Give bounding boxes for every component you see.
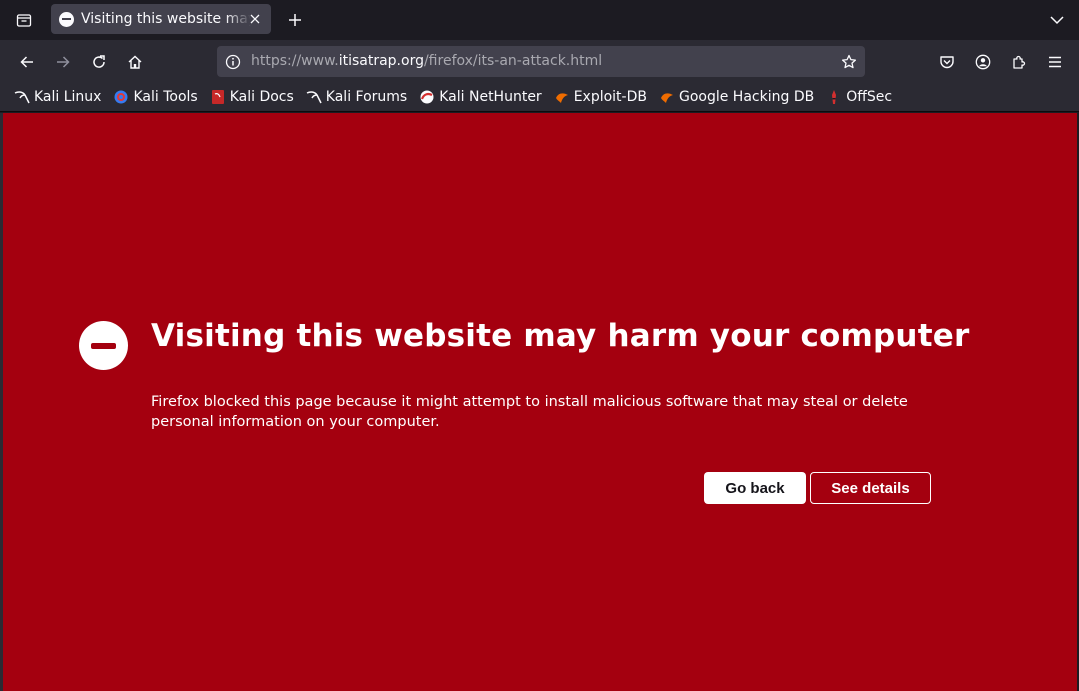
bookmarks-toolbar: Kali Linux Kali Tools Kali Docs Kali For…	[0, 82, 1079, 112]
see-details-button[interactable]: See details	[810, 472, 931, 504]
kali-dragon-icon	[14, 89, 30, 105]
bookmark-kali-nethunter[interactable]: Kali NetHunter	[419, 84, 542, 110]
kali-docs-icon	[210, 89, 226, 105]
bookmark-label: Kali Tools	[133, 88, 198, 105]
bookmark-exploit-db[interactable]: Exploit-DB	[554, 84, 647, 110]
home-button[interactable]	[121, 48, 149, 76]
account-icon[interactable]	[969, 48, 997, 76]
arrow-right-icon	[57, 56, 70, 68]
bookmark-kali-tools[interactable]: Kali Tools	[113, 84, 198, 110]
page-title: Visiting this website may harm your comp…	[151, 318, 970, 354]
offsec-icon	[826, 89, 842, 105]
extensions-icon[interactable]	[1005, 48, 1033, 76]
bookmark-label: Google Hacking DB	[678, 88, 815, 105]
tab-active[interactable]: Visiting this website may harm your comp…	[51, 4, 271, 34]
back-button[interactable]	[13, 48, 41, 76]
url-domain: itisatrap.org	[338, 53, 424, 69]
url-bar[interactable]: https://www.itisatrap.org/firefox/its-an…	[217, 46, 865, 77]
list-all-tabs-icon[interactable]	[12, 8, 36, 32]
tab-strip: Visiting this website may harm your comp…	[0, 0, 1079, 40]
arrow-left-icon	[20, 56, 33, 68]
url-text[interactable]: https://www.itisatrap.org/firefox/its-an…	[251, 53, 602, 69]
nethunter-icon	[419, 89, 435, 105]
blocked-icon	[79, 321, 128, 370]
exploit-db-icon	[554, 89, 570, 105]
bookmark-label: Exploit-DB	[573, 88, 647, 105]
bookmark-label: Kali NetHunter	[439, 88, 542, 105]
bookmark-kali-forums[interactable]: Kali Forums	[306, 84, 407, 110]
bookmark-kali-linux[interactable]: Kali Linux	[14, 84, 101, 110]
kali-dragon-icon	[306, 89, 322, 105]
chevron-down-icon[interactable]	[1045, 8, 1069, 32]
go-back-button[interactable]: Go back	[704, 472, 806, 504]
info-icon[interactable]	[223, 52, 243, 72]
reload-icon	[93, 55, 105, 68]
bookmark-offsec[interactable]: OffSec	[826, 84, 892, 110]
home-icon	[128, 55, 142, 69]
kali-tools-icon	[113, 89, 129, 105]
new-tab-button[interactable]	[283, 8, 307, 32]
url-prefix: https://www.	[251, 53, 339, 69]
navigation-toolbar: https://www.itisatrap.org/firefox/its-an…	[0, 40, 1079, 82]
page-description: Firefox blocked this page because it mig…	[151, 394, 908, 430]
forward-button[interactable]	[49, 48, 77, 76]
star-icon[interactable]	[839, 52, 859, 72]
reload-button[interactable]	[85, 48, 113, 76]
blocked-icon	[59, 11, 74, 27]
url-path: /firefox/its-an-attack.html	[423, 53, 603, 69]
bookmark-label: Kali Linux	[34, 88, 102, 105]
bookmark-label: Kali Docs	[229, 88, 294, 105]
menu-icon[interactable]	[1041, 48, 1069, 76]
bookmark-google-hacking-db[interactable]: Google Hacking DB	[659, 84, 814, 110]
bookmark-label: OffSec	[846, 88, 893, 105]
ghdb-icon	[659, 89, 675, 105]
plus-icon	[289, 14, 301, 26]
blocked-page: Visiting this website may harm your comp…	[3, 113, 1077, 691]
tab-title: Visiting this website may harm your comp…	[81, 11, 251, 27]
bookmark-label: Kali Forums	[325, 88, 408, 105]
bookmark-kali-docs[interactable]: Kali Docs	[210, 84, 294, 110]
pocket-icon[interactable]	[933, 48, 961, 76]
close-icon[interactable]	[247, 11, 263, 27]
